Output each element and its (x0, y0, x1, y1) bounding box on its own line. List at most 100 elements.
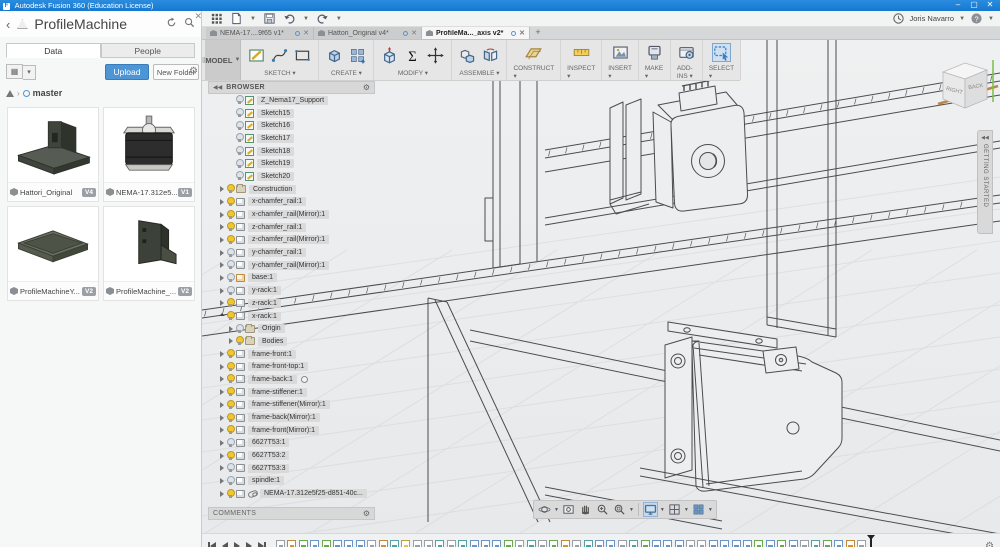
minimize-icon[interactable]: – (950, 0, 966, 10)
close-tab-icon[interactable]: ✕ (411, 29, 417, 37)
expand-arrow-icon[interactable] (226, 338, 235, 345)
expand-arrow-icon[interactable] (217, 224, 226, 231)
browser-item-label[interactable]: z-rack:1 (248, 298, 281, 308)
browser-item[interactable]: Sketch19 (208, 157, 375, 170)
press-pull-icon[interactable] (380, 46, 399, 65)
timeline-feature-icon[interactable] (617, 539, 627, 547)
browser-item[interactable]: x-rack:1 (208, 310, 375, 323)
browser-item[interactable]: NEMA-17.312e5f25-d851-40c... (208, 487, 375, 500)
fit-icon[interactable] (612, 502, 627, 517)
browser-item[interactable]: 6627T53:2 (208, 449, 375, 462)
visibility-bulb-icon[interactable] (226, 463, 235, 473)
browser-item[interactable]: Bodies (208, 335, 375, 348)
browser-item[interactable]: x-chamfer_rail:1 (208, 196, 375, 209)
measure-icon[interactable] (572, 43, 591, 62)
browser-item[interactable]: frame-back:1 (208, 373, 375, 386)
visibility-bulb-icon[interactable] (226, 349, 235, 359)
new-component-icon[interactable] (458, 46, 477, 65)
visibility-bulb-icon[interactable] (226, 196, 235, 207)
timeline-feature-icon[interactable] (526, 539, 536, 547)
timeline-feature-icon[interactable] (822, 539, 832, 547)
timeline-position-marker[interactable] (866, 535, 875, 547)
document-tab[interactable]: NEMA-17....9f65 v1* ✕ (206, 27, 314, 39)
browser-item-label[interactable]: x-rack:1 (248, 311, 281, 321)
expand-arrow-icon[interactable] (217, 477, 226, 484)
timeline-feature-icon[interactable] (845, 539, 855, 547)
browser-item-label[interactable]: NEMA-17.312e5f25-d851-40c... (260, 489, 367, 499)
timeline-feature-icon[interactable] (651, 539, 661, 547)
ribbon-group-label[interactable]: SKETCH ▾ (264, 69, 295, 77)
job-status-icon[interactable] (892, 12, 905, 25)
expand-arrow-icon[interactable] (217, 262, 226, 269)
parameters-icon[interactable]: Σ (403, 46, 422, 65)
design-card[interactable]: NEMA-17.312e5... V1 (103, 107, 195, 202)
undo-icon-caret[interactable]: ▼ (303, 16, 309, 22)
browser-item-label[interactable]: frame-stiffener:1 (248, 387, 307, 397)
visibility-bulb-icon[interactable] (226, 184, 235, 194)
visibility-bulb-icon[interactable] (235, 133, 244, 143)
timeline-feature-icon[interactable] (777, 539, 787, 547)
browser-item-label[interactable]: frame-stiffener(Mirror):1 (248, 400, 330, 410)
expand-arrow-icon[interactable] (217, 313, 226, 319)
visibility-bulb-icon[interactable] (235, 171, 244, 181)
browser-item[interactable]: Sketch17 (208, 132, 375, 145)
visibility-bulb-icon[interactable] (226, 437, 235, 448)
timeline-feature-icon[interactable] (378, 539, 388, 547)
viewports-icon[interactable] (691, 502, 706, 517)
expand-arrow-icon[interactable] (217, 414, 226, 421)
skip-start-icon[interactable] (208, 542, 216, 547)
visibility-bulb-icon[interactable] (226, 475, 235, 486)
apps-grid-icon[interactable] (210, 12, 223, 25)
expand-arrow-icon[interactable] (217, 401, 226, 408)
redo-icon[interactable] (316, 12, 329, 25)
timeline-feature-icon[interactable] (606, 539, 616, 547)
orbit-icon-caret[interactable]: ▼ (554, 507, 559, 513)
browser-item[interactable]: Construction (208, 183, 375, 196)
browser-item-label[interactable]: Construction (249, 184, 297, 194)
visibility-bulb-icon[interactable] (226, 488, 235, 499)
timeline-feature-icon[interactable] (708, 539, 718, 547)
close-icon[interactable]: ✕ (982, 0, 998, 10)
comments-gear-icon[interactable]: ⚙ (363, 509, 370, 518)
data-panel-tab-people[interactable]: People (100, 43, 195, 58)
visibility-bulb-icon[interactable] (235, 108, 244, 118)
ribbon-group-label[interactable]: INSPECT ▾ (567, 65, 595, 80)
timeline-feature-icon[interactable] (720, 539, 730, 547)
browser-item-label[interactable]: Origin (258, 324, 285, 334)
timeline-feature-icon[interactable] (572, 539, 582, 547)
visibility-bulb-icon[interactable] (226, 412, 235, 423)
visibility-bulb-icon[interactable] (226, 247, 235, 258)
move-icon[interactable] (426, 46, 445, 65)
viewport[interactable]: ‖ MODEL ▼ SKETCH ▾ CREATE ▾ Σ MODIFY ▾ ASSEM… (202, 40, 1000, 533)
expand-arrow-icon[interactable] (217, 236, 226, 243)
browser-item[interactable]: Z_Nema17_Support (208, 94, 375, 107)
browser-item-label[interactable]: 6627T53:1 (248, 438, 290, 448)
browser-item[interactable]: frame-stiffener:1 (208, 386, 375, 399)
design-card[interactable]: ProfileMachine_... V2 (103, 206, 195, 301)
timeline-feature-icon[interactable] (298, 539, 308, 547)
browser-item-label[interactable]: 6627T53:3 (248, 463, 290, 473)
ribbon-group-label[interactable]: INSERT ▾ (608, 65, 632, 80)
visibility-bulb-icon[interactable] (226, 450, 235, 461)
browser-item-label[interactable]: z-chamfer_rail(Mirror):1 (248, 235, 330, 245)
timeline-feature-icon[interactable] (788, 539, 798, 547)
sketch-icon[interactable] (247, 46, 266, 65)
ribbon-group-label[interactable]: SELECT ▾ (709, 65, 734, 80)
browser-item[interactable]: Sketch16 (208, 119, 375, 132)
visibility-bulb-icon[interactable] (235, 336, 244, 346)
expand-arrow-icon[interactable] (217, 427, 226, 434)
user-menu[interactable]: Joris Navarro (910, 14, 955, 23)
timeline-feature-icon[interactable] (367, 539, 377, 547)
visibility-bulb-icon[interactable] (226, 234, 235, 245)
timeline-feature-icon[interactable] (629, 539, 639, 547)
visibility-bulb-icon[interactable] (235, 158, 244, 169)
expand-arrow-icon[interactable] (217, 389, 226, 396)
timeline-feature-icon[interactable] (674, 539, 684, 547)
browser-item-label[interactable]: Sketch19 (257, 159, 295, 169)
timeline-feature-icon[interactable] (435, 539, 445, 547)
expand-arrow-icon[interactable] (217, 211, 226, 218)
expand-arrow-icon[interactable] (217, 465, 226, 472)
browser-item-label[interactable]: Sketch15 (257, 108, 295, 118)
timeline-feature-icon[interactable] (310, 539, 320, 547)
visibility-bulb-icon[interactable] (226, 285, 235, 296)
